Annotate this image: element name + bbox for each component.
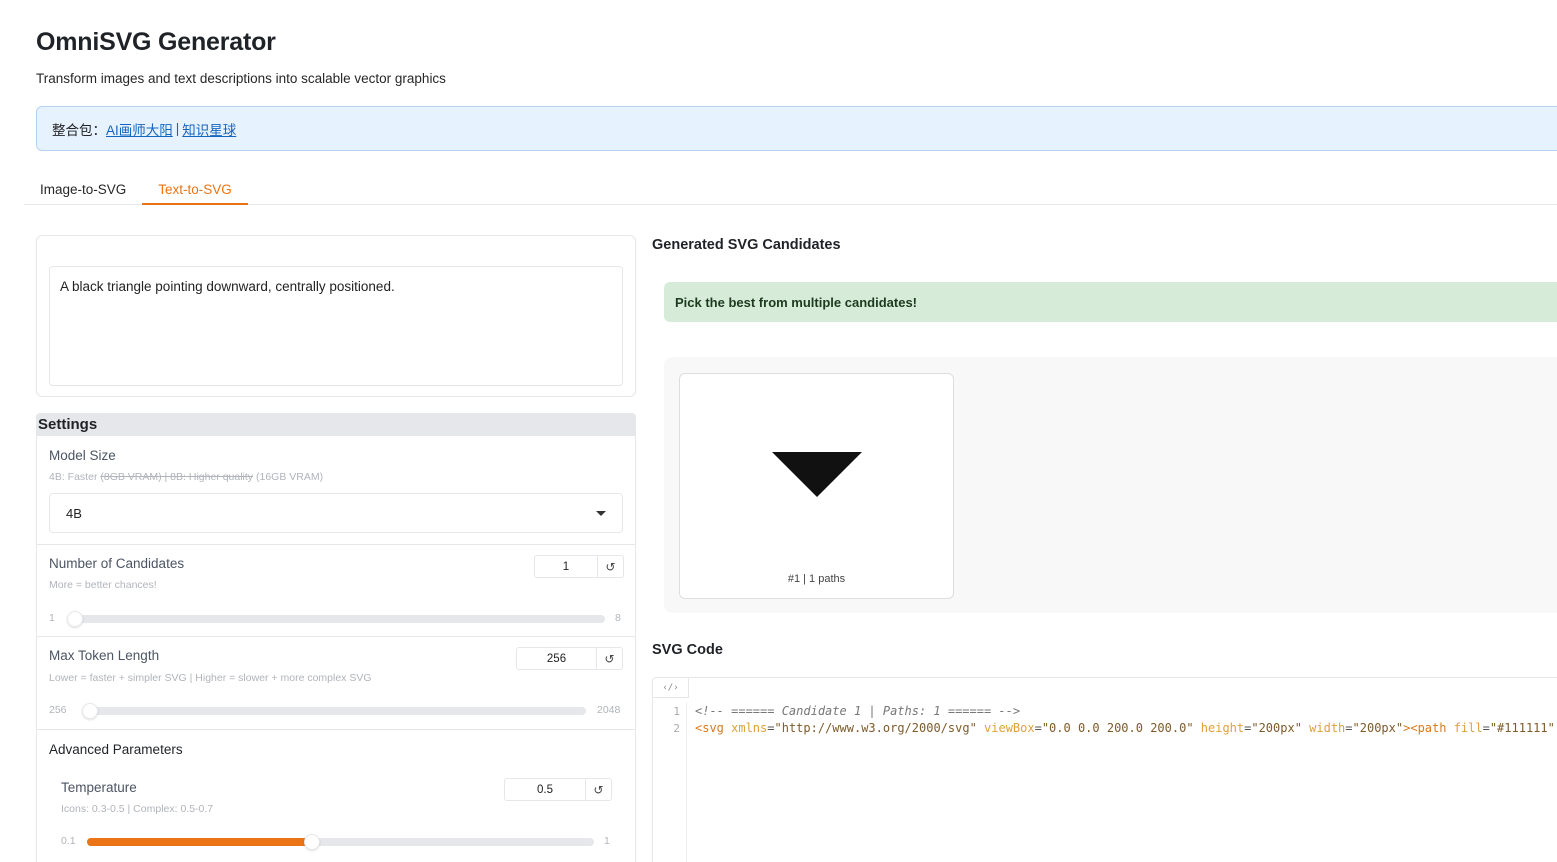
banner-link-knowledge-planet[interactable]: 知识星球 (182, 119, 236, 139)
model-size-block: Model Size 4B: Faster (8GB VRAM) | 8B: H… (37, 436, 635, 545)
model-size-label: Model Size (49, 448, 116, 463)
code-line-comment: <!-- ====== Candidate 1 | Paths: 1 =====… (695, 704, 1021, 718)
svg-code-title: SVG Code (652, 642, 723, 658)
model-size-info-suffix: (16GB VRAM) (253, 471, 324, 483)
num-candidates-label: Number of Candidates (49, 556, 185, 571)
temperature-slider-fill (87, 838, 313, 846)
code-token: "0.0 0.0 200.0 200.0" (1041, 721, 1194, 735)
max-token-label: Max Token Length (49, 648, 160, 663)
code-token: viewBox (976, 721, 1035, 735)
model-size-dropdown[interactable]: 4B (49, 493, 623, 533)
tab-text-to-svg[interactable]: Text-to-SVG (142, 176, 248, 205)
app-title: OmniSVG Generator (36, 28, 276, 56)
advanced-parameters-header[interactable]: Advanced Parameters (49, 742, 183, 757)
svg-code-editor[interactable]: ‹/› 12 <!-- ====== Candidate 1 | Paths: … (652, 677, 1557, 862)
max-token-info: Lower = faster + simpler SVG | Higher = … (49, 672, 372, 684)
code-icon: ‹/› (653, 678, 689, 698)
temperature-slider[interactable] (87, 834, 594, 850)
line-number: 2 (673, 722, 680, 735)
num-candidates-min: 1 (49, 612, 55, 624)
reset-icon[interactable]: ↺ (597, 556, 623, 577)
code-line-svg: <svg xmlns="http://www.w3.org/2000/svg" … (695, 721, 1555, 735)
banner-separator: | (175, 121, 180, 136)
code-token: xmlns (723, 721, 768, 735)
tab-bar: Image-to-SVG Text-to-SVG (24, 176, 1557, 205)
temperature-number: 0.5 ↺ (504, 778, 612, 801)
code-token: "200px" (1251, 721, 1302, 735)
settings-panel: Settings Model Size 4B: Faster (8GB VRAM… (36, 413, 636, 862)
banner-link-ai-painter[interactable]: AI画师大阳 (106, 119, 173, 139)
num-candidates-max: 8 (615, 612, 621, 624)
candidates-title: Generated SVG Candidates (652, 237, 841, 253)
model-size-info-strike: (8GB VRAM) | 8B: Higher quality (100, 471, 254, 483)
max-token-number: 256 ↺ (516, 647, 623, 670)
max-token-block: Max Token Length Lower = faster + simple… (37, 637, 635, 730)
model-size-info: 4B: Faster (8GB VRAM) | 8B: Higher quali… (49, 471, 323, 483)
temperature-label: Temperature (61, 780, 137, 795)
candidates-gallery: #1 | 1 paths (664, 357, 1557, 613)
code-token: height (1193, 721, 1245, 735)
candidate-card[interactable]: #1 | 1 paths (679, 373, 954, 599)
code-token: width (1301, 721, 1346, 735)
max-token-min: 256 (49, 704, 67, 716)
banner-prefix: 整合包： (52, 122, 106, 138)
prompt-textarea[interactable]: A black triangle pointing downward, cent… (49, 266, 623, 386)
temperature-info: Icons: 0.3-0.5 | Complex: 0.5-0.7 (61, 803, 214, 815)
temperature-min: 0.1 (61, 835, 76, 847)
candidate-preview-triangle (772, 452, 862, 497)
num-candidates-block: Number of Candidates More = better chanc… (37, 545, 635, 637)
num-candidates-number: 1 ↺ (534, 555, 624, 578)
model-size-value: 4B (66, 505, 82, 521)
code-token: "#111111" (1489, 721, 1555, 735)
reset-icon[interactable]: ↺ (596, 648, 622, 669)
num-candidates-info: More = better chances! (49, 579, 157, 591)
num-candidates-slider[interactable] (67, 611, 605, 627)
temperature-max: 1 (604, 835, 610, 847)
advanced-block: Advanced Parameters ▼ Temperature Icons:… (37, 730, 635, 862)
num-candidates-slider-thumb[interactable] (67, 611, 83, 627)
reset-icon[interactable]: ↺ (585, 779, 611, 800)
tab-image-to-svg[interactable]: Image-to-SVG (24, 176, 142, 205)
code-token: <path (1410, 721, 1447, 735)
line-number: 1 (673, 705, 680, 718)
info-banner: 整合包： AI画师大阳 | 知识星球 (36, 106, 1557, 151)
max-token-input[interactable]: 256 (517, 648, 596, 669)
code-gutter: 12 (653, 702, 687, 862)
code-content: <!-- ====== Candidate 1 | Paths: 1 =====… (695, 703, 1555, 737)
chevron-down-icon (596, 510, 606, 516)
code-token: "http://www.w3.org/2000/svg" (774, 721, 977, 735)
num-candidates-input[interactable]: 1 (535, 556, 597, 577)
candidates-note: Pick the best from multiple candidates! (664, 282, 1557, 322)
max-token-slider[interactable] (82, 703, 586, 719)
settings-header[interactable]: Settings (37, 414, 635, 436)
prompt-panel: A black triangle pointing downward, cent… (36, 235, 636, 397)
app-subtitle: Transform images and text descriptions i… (36, 71, 446, 86)
code-token: <svg (695, 721, 724, 735)
code-token: "200px" (1352, 721, 1404, 735)
temperature-slider-thumb[interactable] (304, 834, 321, 850)
code-token: fill (1446, 721, 1483, 735)
temperature-input[interactable]: 0.5 (505, 779, 585, 800)
model-size-info-prefix: 4B: Faster (49, 471, 101, 483)
candidate-caption: #1 | 1 paths (787, 573, 846, 585)
max-token-slider-thumb[interactable] (82, 703, 98, 719)
max-token-max: 2048 (597, 704, 621, 716)
